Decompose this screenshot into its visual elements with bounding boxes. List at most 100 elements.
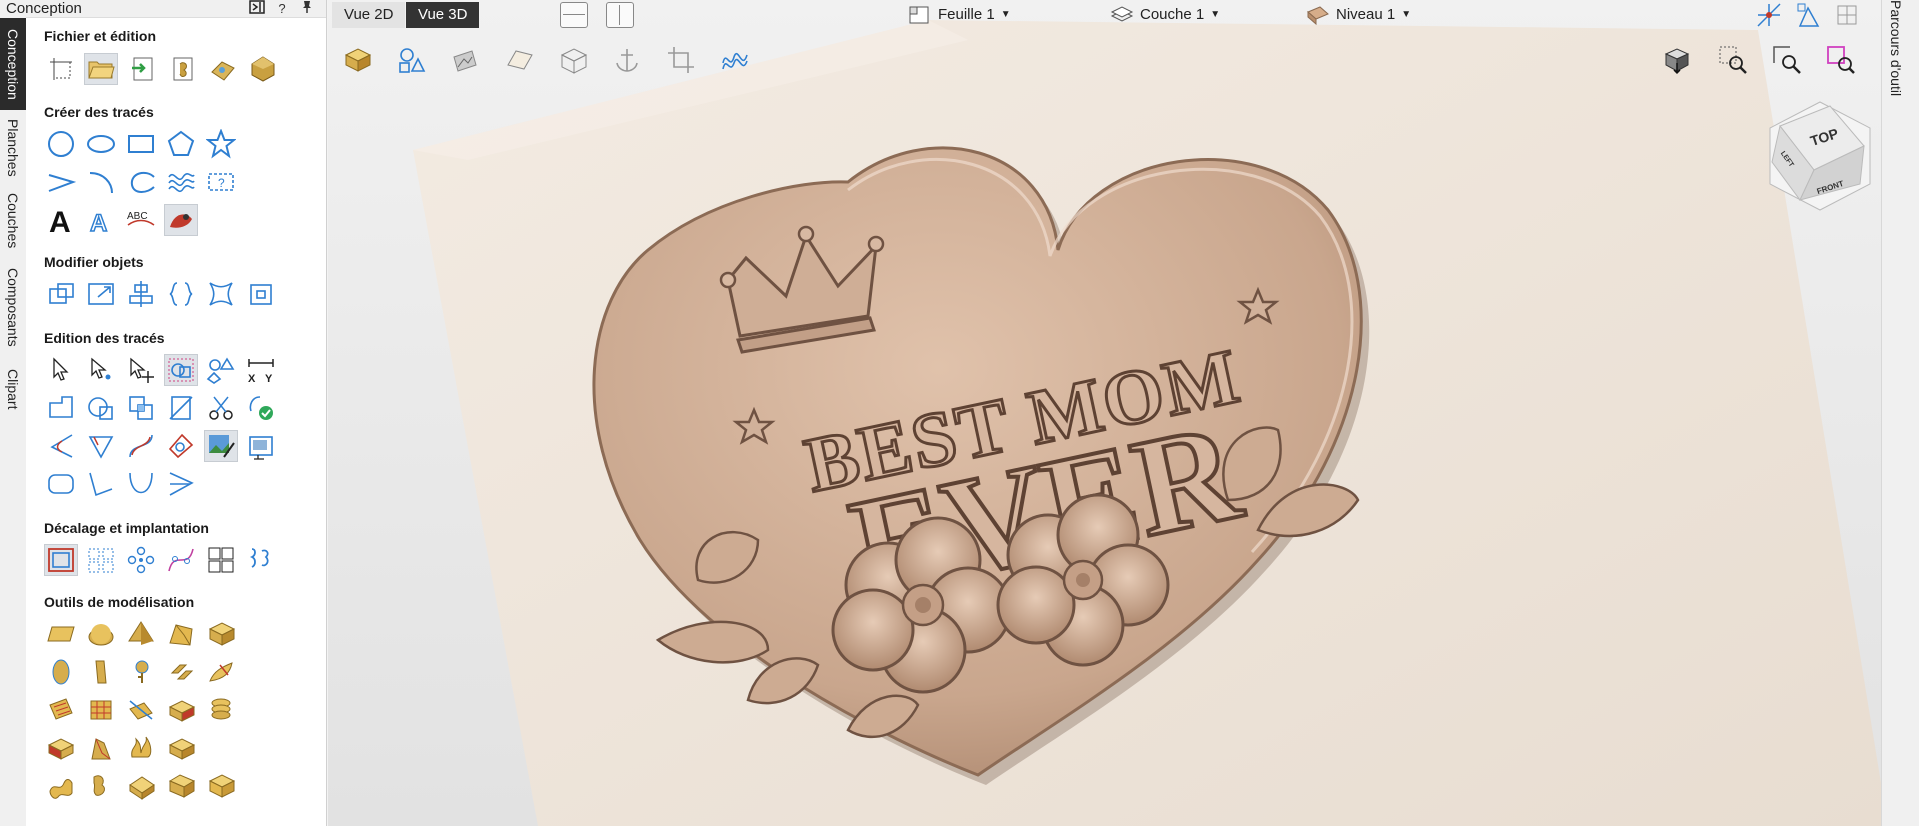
model-wave-icon[interactable] xyxy=(44,770,78,802)
dimension-icon[interactable]: ? xyxy=(204,166,238,198)
circle-icon[interactable] xyxy=(44,128,78,160)
size-icon[interactable] xyxy=(244,278,278,310)
model-smooth-icon[interactable] xyxy=(44,732,78,764)
crop-icon[interactable] xyxy=(664,44,698,76)
measure-xy-icon[interactable]: XY xyxy=(244,354,278,386)
model-fade-icon[interactable] xyxy=(84,732,118,764)
anchor-icon[interactable] xyxy=(610,44,644,76)
zoom-selection-icon[interactable] xyxy=(1824,44,1858,76)
tab-clipart[interactable]: Clipart xyxy=(0,358,26,420)
panel-help-button[interactable]: ? xyxy=(271,0,293,17)
import-component-icon[interactable] xyxy=(166,53,200,85)
model-dome-icon[interactable] xyxy=(84,618,118,650)
panel-pin-icon[interactable] xyxy=(296,0,318,17)
snap-vertex-icon[interactable] xyxy=(1796,2,1822,28)
model-component-icon[interactable] xyxy=(84,770,118,802)
distort-icon[interactable] xyxy=(204,278,238,310)
chamfer-icon[interactable] xyxy=(84,430,118,462)
text-on-curve-icon[interactable]: ABC xyxy=(124,204,158,236)
node-edit-icon[interactable] xyxy=(84,354,118,386)
fillet-icon[interactable] xyxy=(44,430,78,462)
tab-composants[interactable]: Composants xyxy=(0,258,26,356)
model-bake-icon[interactable] xyxy=(204,770,238,802)
circular-copy-icon[interactable] xyxy=(124,544,158,576)
model-weave-icon[interactable] xyxy=(84,694,118,726)
model-key-icon[interactable] xyxy=(124,656,158,688)
ellipse-icon[interactable] xyxy=(84,128,118,160)
shaded-material-icon[interactable] xyxy=(340,44,374,76)
curve-icon[interactable] xyxy=(124,166,158,198)
3d-viewport[interactable]: BEST MOM EVER Vue 2D Vue 3D Feuille 1 ▼ … xyxy=(328,0,1881,826)
zoom-window-icon[interactable] xyxy=(1716,44,1750,76)
import-bitmap-icon[interactable] xyxy=(206,53,240,85)
view-cube[interactable]: TOP FRONT LEFT xyxy=(1760,98,1880,218)
array-copy-icon[interactable] xyxy=(84,544,118,576)
transform-icon[interactable] xyxy=(124,354,158,386)
model-flat-icon[interactable] xyxy=(44,618,78,650)
model-slice-icon[interactable] xyxy=(124,770,158,802)
model-extrude-icon[interactable] xyxy=(84,656,118,688)
toolpath-wave-icon[interactable] xyxy=(718,44,752,76)
model-texture-icon[interactable] xyxy=(44,694,78,726)
model-tilt-icon[interactable] xyxy=(164,770,198,802)
extend-lines-icon[interactable] xyxy=(164,468,198,500)
scale-icon[interactable] xyxy=(84,278,118,310)
star-icon[interactable] xyxy=(204,128,238,160)
arc-icon[interactable] xyxy=(84,166,118,198)
move-icon[interactable] xyxy=(44,278,78,310)
validate-vectors-icon[interactable] xyxy=(244,392,278,424)
model-stack-icon[interactable] xyxy=(164,694,198,726)
view-3d-tab[interactable]: Vue 3D xyxy=(406,2,480,28)
wave-icon[interactable] xyxy=(164,166,198,198)
wireframe-box-icon[interactable] xyxy=(556,44,590,76)
model-coins-icon[interactable] xyxy=(204,694,238,726)
text-tool-icon[interactable]: A xyxy=(44,204,78,236)
view-iso-icon[interactable] xyxy=(1660,44,1694,76)
layer-dropdown[interactable]: Couche 1 ▼ xyxy=(1110,4,1220,26)
intersect-icon[interactable] xyxy=(124,392,158,424)
nesting-icon[interactable] xyxy=(244,544,278,576)
mirror-icon[interactable] xyxy=(164,278,198,310)
scissors-icon[interactable] xyxy=(204,392,238,424)
interactive-trim-icon[interactable] xyxy=(164,354,198,386)
u-curve-icon[interactable] xyxy=(124,468,158,500)
open-file-icon[interactable] xyxy=(84,53,118,85)
tab-couches[interactable]: Couches xyxy=(0,186,26,256)
bitmap-trace-icon[interactable] xyxy=(164,204,198,236)
model-sculpt-icon[interactable] xyxy=(204,656,238,688)
text-outline-icon[interactable]: A xyxy=(84,204,118,236)
tabs-icon[interactable] xyxy=(164,430,198,462)
rounded-rect-icon[interactable] xyxy=(44,468,78,500)
view-2d-tab[interactable]: Vue 2D xyxy=(332,2,406,28)
tab-conception[interactable]: Conception xyxy=(0,18,26,110)
zoom-extents-icon[interactable] xyxy=(1770,44,1804,76)
snap-grid-icon[interactable] xyxy=(1834,2,1860,28)
model-merge-icon[interactable] xyxy=(164,732,198,764)
offset-icon[interactable] xyxy=(44,544,78,576)
model-cut-icon[interactable] xyxy=(124,694,158,726)
bitmap-edit-icon[interactable] xyxy=(204,430,238,462)
panel-dock-icon[interactable] xyxy=(246,0,268,17)
model-pyramid-icon[interactable] xyxy=(124,618,158,650)
polyline-icon[interactable] xyxy=(44,166,78,198)
subtract-icon[interactable] xyxy=(84,392,118,424)
sheet-dropdown[interactable]: Feuille 1 ▼ xyxy=(908,4,1011,26)
slice-icon[interactable] xyxy=(164,392,198,424)
snap-origin-icon[interactable] xyxy=(1756,2,1782,28)
model-sweep-icon[interactable] xyxy=(164,618,198,650)
level-dropdown[interactable]: Niveau 1 ▼ xyxy=(1306,4,1411,26)
split-vertical-icon[interactable] xyxy=(606,2,634,28)
show-vectors-icon[interactable] xyxy=(394,44,428,76)
split-horizontal-icon[interactable] xyxy=(560,2,588,28)
model-two-rail-icon[interactable] xyxy=(164,656,198,688)
copy-along-vector-icon[interactable] xyxy=(164,544,198,576)
job-setup-icon[interactable] xyxy=(44,53,78,85)
model-flames-icon[interactable] xyxy=(124,732,158,764)
tab-toolpaths[interactable]: Parcours d'outil xyxy=(1888,0,1904,140)
model-box-icon[interactable] xyxy=(204,618,238,650)
image-trace-icon[interactable] xyxy=(244,430,278,462)
polygon-icon[interactable] xyxy=(164,128,198,160)
line-join-icon[interactable] xyxy=(84,468,118,500)
align-icon[interactable] xyxy=(124,278,158,310)
tab-planches[interactable]: Planches xyxy=(0,112,26,184)
